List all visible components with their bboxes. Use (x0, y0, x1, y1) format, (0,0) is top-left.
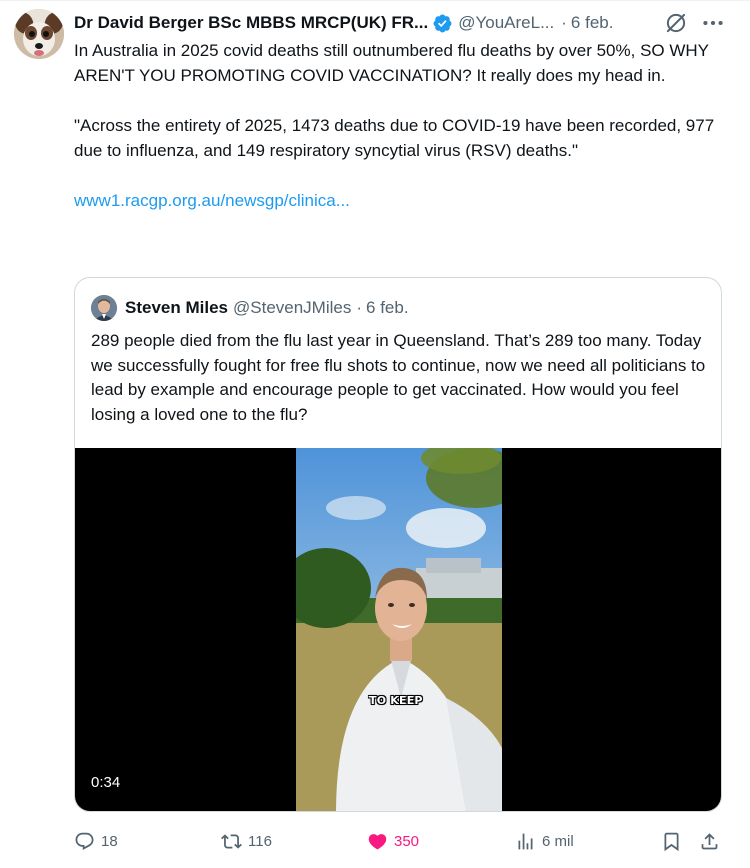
grok-icon[interactable] (663, 10, 689, 36)
quoted-author-handle: @StevenJMiles (233, 298, 352, 317)
like-button[interactable]: 350 (367, 826, 419, 856)
reply-icon (75, 832, 94, 850)
views-button[interactable]: 6 mil (515, 826, 574, 856)
like-count: 350 (394, 832, 420, 850)
analytics-icon (518, 833, 533, 849)
author-avatar[interactable] (14, 9, 64, 59)
repost-icon (221, 833, 242, 849)
header-separator: · (561, 13, 567, 32)
more-options-icon[interactable] (700, 10, 726, 36)
video-caption: TO KEEP (369, 694, 423, 707)
quoted-author-avatar (91, 295, 117, 321)
quoted-header-separator: · (356, 298, 363, 317)
tweet-paragraph-1: In Australia in 2025 covid deaths still … (74, 41, 709, 85)
views-count: 6 mil (542, 832, 574, 850)
share-button[interactable] (699, 826, 720, 856)
tweet-date[interactable]: 6 feb. (571, 13, 614, 33)
video-player[interactable]: TO KEEP 0:34 (75, 448, 721, 811)
quoted-author-name: Steven Miles (125, 298, 228, 317)
bookmark-button[interactable] (661, 826, 682, 856)
bookmark-icon (664, 832, 679, 851)
tweet-text: In Australia in 2025 covid deaths still … (74, 38, 734, 213)
action-bar: 18 116 350 6 mil (74, 826, 724, 856)
author-name[interactable]: Dr David Berger BSc MBBS MRCP(UK) FR... (74, 13, 428, 33)
repost-count: 116 (248, 832, 272, 850)
tweet-paragraph-2: "Across the entirety of 2025, 1473 death… (74, 116, 715, 160)
reply-button[interactable]: 18 (74, 826, 118, 856)
video-frame: TO KEEP (296, 448, 502, 811)
quoted-tweet-date: 6 feb. (366, 298, 409, 317)
repost-button[interactable]: 116 (221, 826, 272, 856)
reply-count: 18 (101, 832, 118, 850)
video-duration: 0:34 (91, 774, 121, 791)
share-icon (701, 832, 718, 849)
tweet-header: Dr David Berger BSc MBBS MRCP(UK) FR... … (74, 9, 739, 37)
quoted-tweet-text: 289 people died from the flu last year i… (91, 331, 706, 424)
quoted-tweet-header: Steven Miles @StevenJMiles · 6 feb. (91, 293, 409, 323)
author-handle[interactable]: @YouAreL... (458, 13, 554, 33)
verified-badge-icon (433, 14, 452, 32)
quoted-tweet[interactable]: Steven Miles @StevenJMiles · 6 feb. 289 … (74, 277, 722, 812)
tweet-link[interactable]: www1.racgp.org.au/newsgp/clinica... (74, 191, 350, 210)
heart-filled-icon (368, 833, 387, 850)
top-divider (0, 0, 750, 1)
